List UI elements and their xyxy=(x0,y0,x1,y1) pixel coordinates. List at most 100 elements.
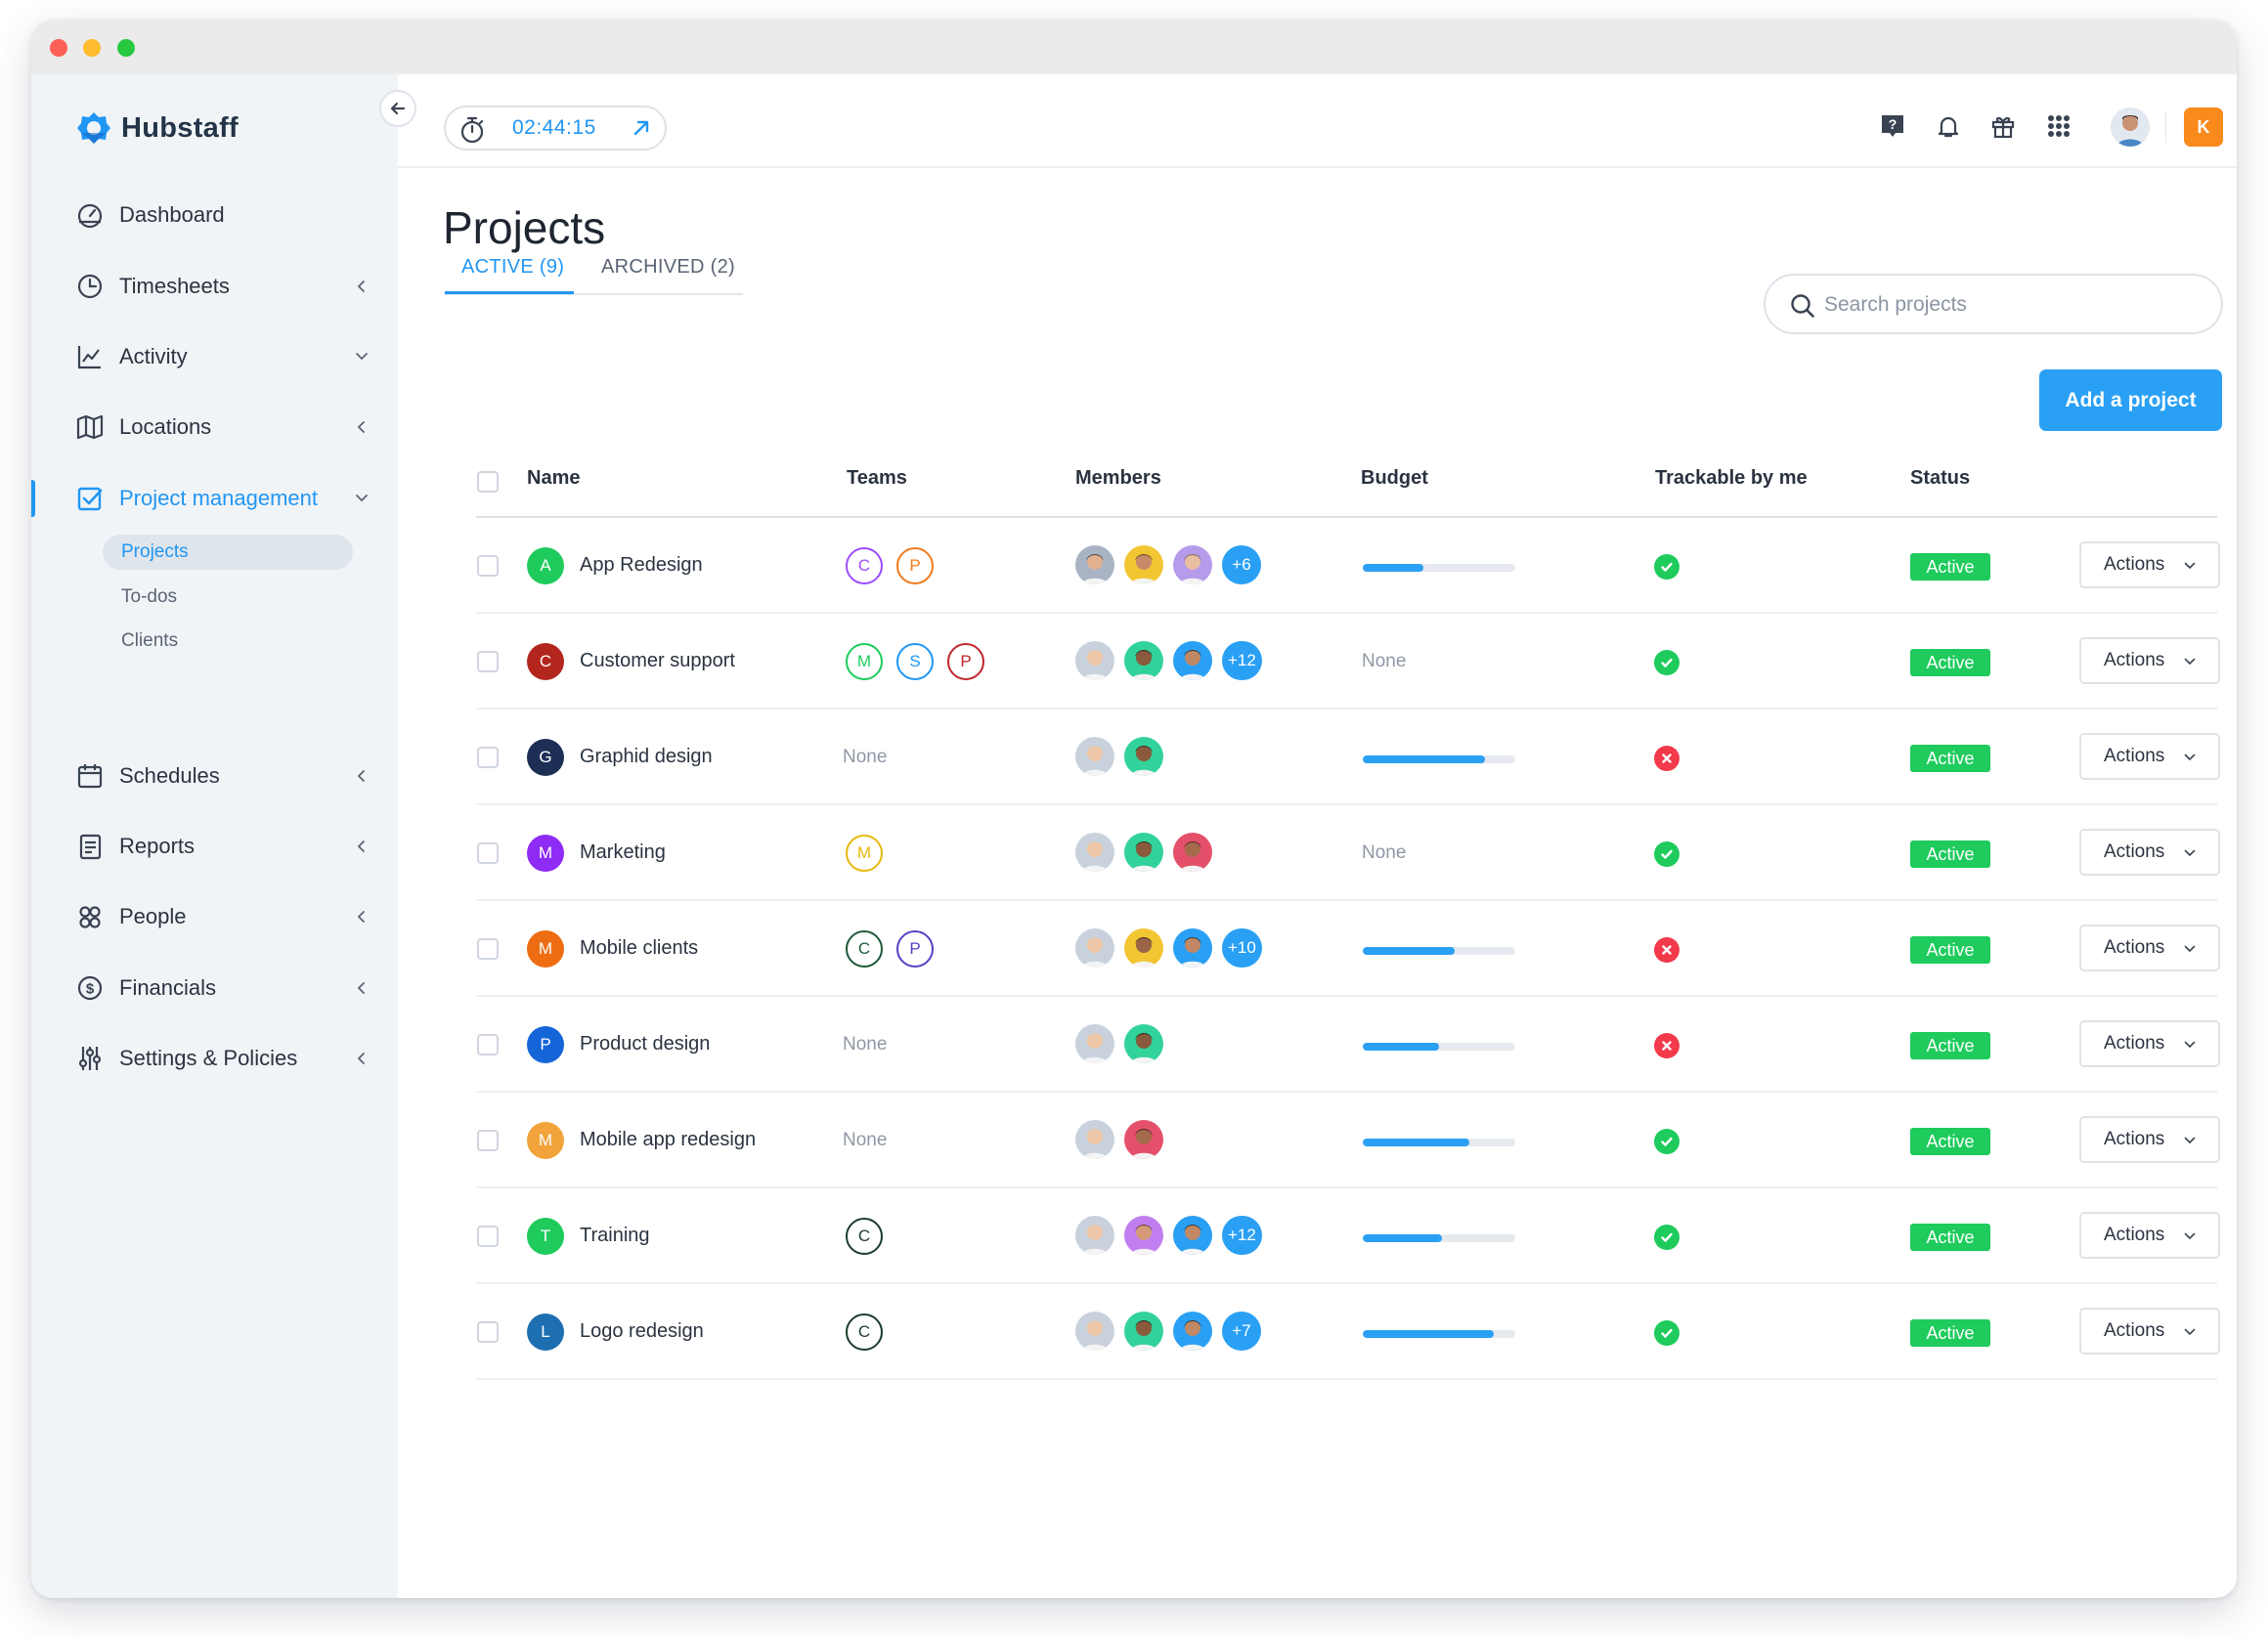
member-avatar[interactable] xyxy=(1124,641,1163,680)
user-avatar[interactable] xyxy=(2111,108,2150,147)
maximize-window-button[interactable] xyxy=(117,39,135,57)
project-name[interactable]: Mobile clients xyxy=(580,937,698,960)
row-checkbox[interactable] xyxy=(477,1130,499,1151)
sidebar-item-people[interactable]: People xyxy=(31,889,398,944)
row-checkbox[interactable] xyxy=(477,938,499,960)
sidebar-item-activity[interactable]: Activity xyxy=(31,329,398,384)
table-row[interactable]: L Logo redesign C +7 Active Actions xyxy=(476,1284,2220,1380)
member-avatar[interactable] xyxy=(1124,737,1163,776)
more-members-badge[interactable]: +7 xyxy=(1222,1312,1261,1351)
more-members-badge[interactable]: +12 xyxy=(1222,1216,1262,1255)
team-badge[interactable]: C xyxy=(846,930,883,968)
member-avatar[interactable] xyxy=(1173,1312,1212,1351)
member-avatar[interactable] xyxy=(1173,1216,1212,1255)
table-row[interactable]: P Product design None Active Actions xyxy=(476,997,2220,1093)
more-members-badge[interactable]: +10 xyxy=(1222,928,1262,968)
team-badge[interactable]: P xyxy=(896,930,934,968)
member-avatar[interactable] xyxy=(1124,1120,1163,1159)
project-name[interactable]: Customer support xyxy=(580,650,735,672)
team-badge[interactable]: P xyxy=(896,547,934,584)
sidebar-item-dashboard[interactable]: Dashboard xyxy=(31,188,398,242)
row-checkbox[interactable] xyxy=(477,842,499,864)
row-checkbox[interactable] xyxy=(477,1034,499,1055)
sidebar-subitem-to-dos[interactable]: To-dos xyxy=(103,580,353,615)
sidebar-subitem-clients[interactable]: Clients xyxy=(103,624,353,659)
team-badge[interactable]: C xyxy=(846,1314,883,1351)
team-badge[interactable]: C xyxy=(846,547,883,584)
table-row[interactable]: C Customer support M S P +12 None Active Actions xyxy=(476,614,2220,710)
more-members-badge[interactable]: +12 xyxy=(1222,641,1262,680)
notifications-button[interactable] xyxy=(1932,109,1965,143)
actions-dropdown[interactable]: Actions xyxy=(2079,1212,2220,1259)
hubstaff-logo[interactable]: Hubstaff xyxy=(76,110,239,146)
timer-widget[interactable]: 02:44:15 xyxy=(444,106,667,151)
gifts-button[interactable] xyxy=(1986,109,2020,143)
sidebar-subitem-projects[interactable]: Projects xyxy=(103,535,353,570)
actions-dropdown[interactable]: Actions xyxy=(2079,1020,2220,1067)
add-project-button[interactable]: Add a project xyxy=(2039,369,2222,431)
table-row[interactable]: M Mobile app redesign None Active Actions xyxy=(476,1093,2220,1188)
project-name[interactable]: Marketing xyxy=(580,841,666,864)
more-members-badge[interactable]: +6 xyxy=(1222,545,1261,584)
member-avatar[interactable] xyxy=(1124,833,1163,872)
member-avatar[interactable] xyxy=(1124,545,1163,584)
team-badge[interactable]: M xyxy=(846,643,883,680)
member-avatar[interactable] xyxy=(1173,545,1212,584)
help-button[interactable]: ? xyxy=(1876,109,1909,143)
member-avatar[interactable] xyxy=(1124,1312,1163,1351)
member-avatar[interactable] xyxy=(1173,833,1212,872)
sidebar-item-project-management[interactable]: Project management xyxy=(31,471,398,526)
column-header-name[interactable]: Name xyxy=(527,467,580,490)
member-avatar[interactable] xyxy=(1173,641,1212,680)
row-checkbox[interactable] xyxy=(477,651,499,672)
member-avatar[interactable] xyxy=(1075,545,1114,584)
row-checkbox[interactable] xyxy=(477,1226,499,1247)
actions-dropdown[interactable]: Actions xyxy=(2079,637,2220,684)
project-name[interactable]: Logo redesign xyxy=(580,1320,704,1343)
project-name[interactable]: App Redesign xyxy=(580,554,703,577)
project-name[interactable]: Training xyxy=(580,1225,650,1247)
sidebar-item-reports[interactable]: Reports xyxy=(31,819,398,874)
member-avatar[interactable] xyxy=(1075,833,1114,872)
sidebar-item-schedules[interactable]: Schedules xyxy=(31,749,398,803)
actions-dropdown[interactable]: Actions xyxy=(2079,829,2220,876)
table-row[interactable]: G Graphid design None Active Actions xyxy=(476,710,2220,805)
team-badge[interactable]: C xyxy=(846,1218,883,1255)
table-row[interactable]: M Mobile clients C P +10 Active Actions xyxy=(476,901,2220,997)
project-name[interactable]: Graphid design xyxy=(580,746,713,768)
member-avatar[interactable] xyxy=(1075,737,1114,776)
close-window-button[interactable] xyxy=(50,39,67,57)
team-badge[interactable]: P xyxy=(947,643,984,680)
actions-dropdown[interactable]: Actions xyxy=(2079,1308,2220,1355)
member-avatar[interactable] xyxy=(1124,1216,1163,1255)
actions-dropdown[interactable]: Actions xyxy=(2079,925,2220,971)
table-row[interactable]: M Marketing M None Active Actions xyxy=(476,805,2220,901)
tab-archived[interactable]: ARCHIVED (2) xyxy=(601,256,735,279)
member-avatar[interactable] xyxy=(1075,1312,1114,1351)
sidebar-item-locations[interactable]: Locations xyxy=(31,400,398,454)
table-row[interactable]: A App Redesign C P +6 Active Actions xyxy=(476,518,2220,614)
sidebar-item-timesheets[interactable]: Timesheets xyxy=(31,259,398,314)
sidebar-item-settings-policies[interactable]: Settings & Policies xyxy=(31,1031,398,1086)
open-timer-icon[interactable] xyxy=(630,116,653,140)
actions-dropdown[interactable]: Actions xyxy=(2079,1116,2220,1163)
search-input[interactable] xyxy=(1824,287,2196,323)
team-badge[interactable]: M xyxy=(846,835,883,872)
member-avatar[interactable] xyxy=(1173,928,1212,968)
row-checkbox[interactable] xyxy=(477,555,499,577)
select-all-checkbox[interactable] xyxy=(477,471,499,493)
sidebar-item-financials[interactable]: $ Financials xyxy=(31,961,398,1015)
actions-dropdown[interactable]: Actions xyxy=(2079,541,2220,588)
member-avatar[interactable] xyxy=(1075,928,1114,968)
table-row[interactable]: T Training C +12 Active Actions xyxy=(476,1188,2220,1284)
organization-badge[interactable]: K xyxy=(2184,108,2223,147)
project-name[interactable]: Product design xyxy=(580,1033,710,1055)
tab-active[interactable]: ACTIVE (9) xyxy=(461,256,564,279)
collapse-sidebar-button[interactable] xyxy=(379,90,416,127)
member-avatar[interactable] xyxy=(1124,1024,1163,1063)
minimize-window-button[interactable] xyxy=(83,39,101,57)
member-avatar[interactable] xyxy=(1075,1216,1114,1255)
member-avatar[interactable] xyxy=(1075,1024,1114,1063)
team-badge[interactable]: S xyxy=(896,643,934,680)
apps-button[interactable] xyxy=(2042,109,2075,143)
